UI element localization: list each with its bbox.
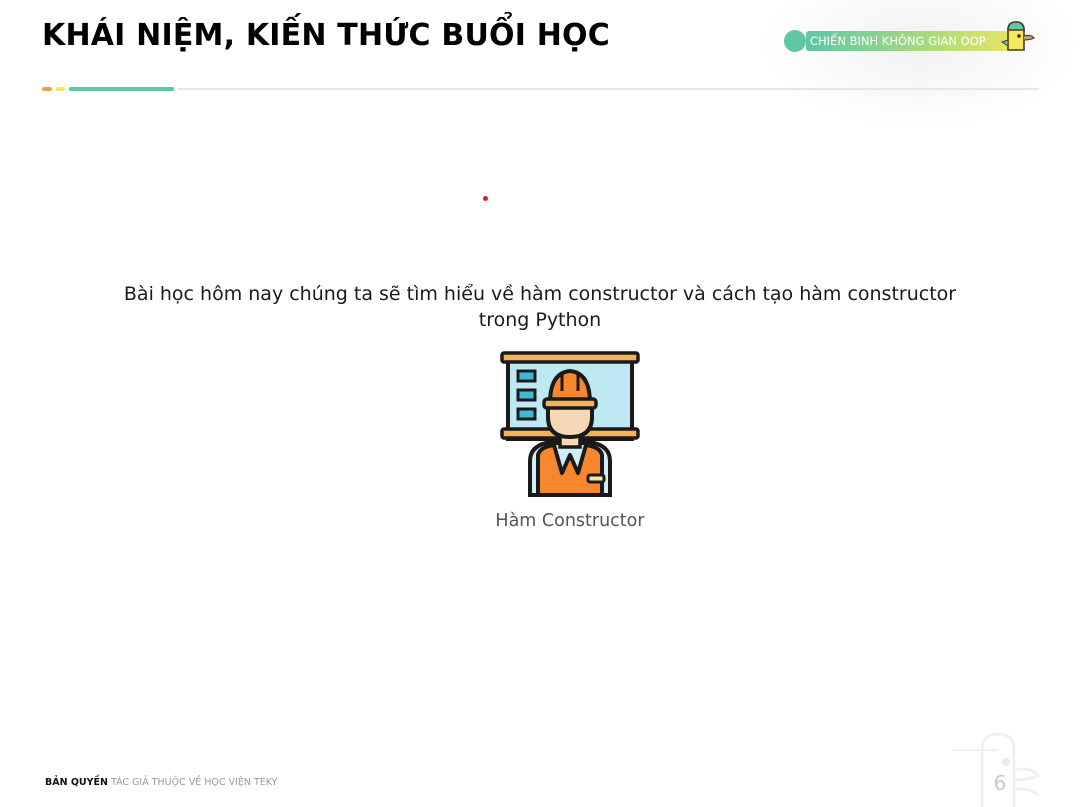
copyright-text: TÁC GIẢ THUỘC VỀ HỌC VIỆN TEKY	[111, 777, 278, 788]
badge-label: CHIẾN BINH KHÔNG GIAN OOP	[810, 34, 986, 48]
divider-orange-segment	[42, 87, 52, 91]
copyright-label: BẢN QUYỀN	[45, 777, 108, 788]
badge-dot	[784, 30, 806, 52]
page-title: KHÁI NIỆM, KIẾN THỨC BUỔI HỌC	[42, 18, 610, 53]
divider-green-segment	[69, 87, 174, 91]
page-number: 6	[993, 771, 1007, 795]
construction-worker-icon	[500, 351, 640, 497]
page-mascot-icon	[952, 732, 1041, 807]
red-marker-dot	[483, 196, 488, 201]
illustration-caption: Hàm Constructor	[495, 511, 645, 531]
course-badge: CHIẾN BINH KHÔNG GIAN OOP	[784, 21, 1040, 54]
divider-yellow-segment	[56, 87, 65, 91]
intro-text: Bài học hôm nay chúng ta sẽ tìm hiểu về …	[123, 283, 957, 331]
mascot-icon	[1000, 21, 1035, 51]
divider-line	[178, 88, 1039, 90]
title-divider	[42, 86, 1039, 91]
copyright-footer: BẢN QUYỀN TÁC GIẢ THUỘC VỀ HỌC VIỆN TEKY	[45, 777, 278, 788]
